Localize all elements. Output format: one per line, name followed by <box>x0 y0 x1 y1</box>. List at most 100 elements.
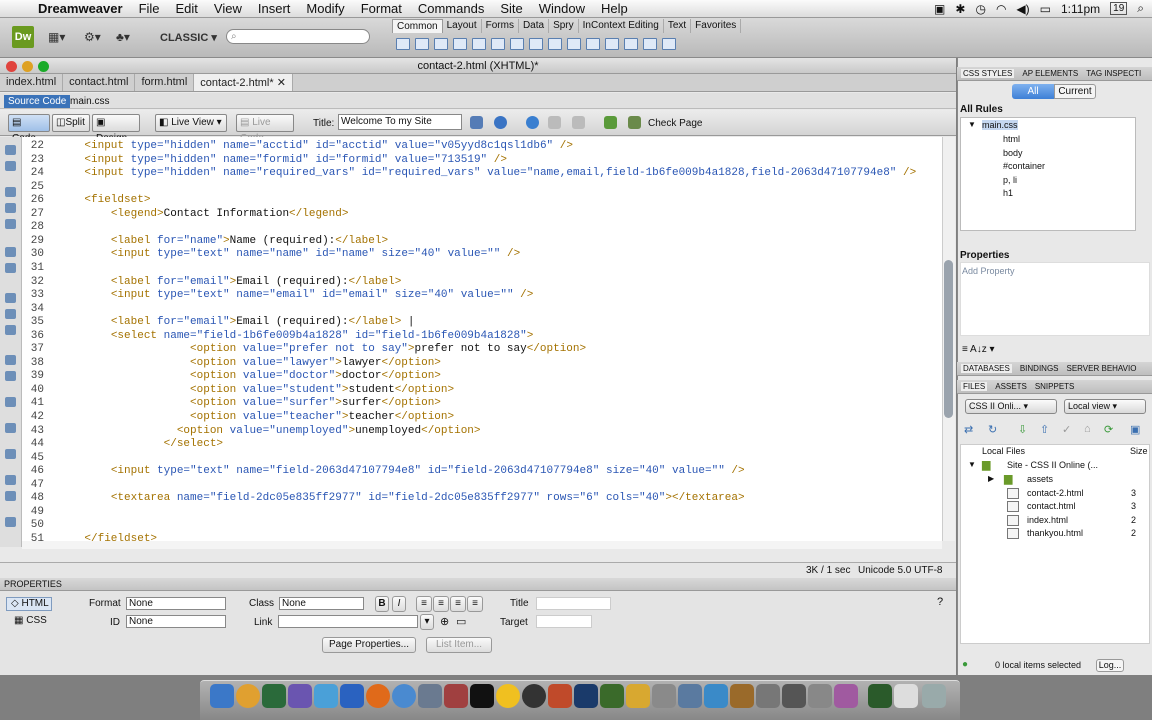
file-item[interactable]: index.html <box>1027 515 1068 525</box>
tab-contact[interactable]: contact.html <box>63 74 136 91</box>
code-line[interactable]: 22 <input type="hidden" name="acctid" id… <box>22 140 573 153</box>
site-toggle-icon[interactable]: ▼ <box>968 460 976 469</box>
target-select[interactable] <box>536 615 592 628</box>
script-icon[interactable] <box>624 38 638 50</box>
code-line[interactable]: 36 <select name="field-1b6fe009b4a1828" … <box>22 330 534 343</box>
html-mode-button[interactable]: ◇ HTML <box>6 597 52 611</box>
local-files-header[interactable]: Local Files <box>982 446 1025 456</box>
code-line[interactable]: 49 <box>22 506 58 519</box>
check-in-icon[interactable]: ⌂ <box>1084 423 1091 435</box>
expand-panel-icon[interactable]: ▣ <box>1130 423 1140 436</box>
code-line[interactable]: 41 <option value="surfer">surfer</option… <box>22 397 441 410</box>
insert-tab-common[interactable]: Common <box>392 19 443 33</box>
browse-folder-icon[interactable]: ▭ <box>456 615 466 628</box>
class-select[interactable]: None <box>279 597 364 610</box>
insert-tab-spry[interactable]: Spry <box>549 19 579 33</box>
battery-icon[interactable]: ▭ <box>1040 2 1051 16</box>
check-out-icon[interactable]: ✓ <box>1062 423 1071 436</box>
italic-button[interactable]: I <box>392 596 406 612</box>
menu-edit[interactable]: Edit <box>176 1 198 16</box>
refresh-icon[interactable] <box>526 116 539 129</box>
design-view-button[interactable]: ▣ Design <box>92 114 140 144</box>
help-search-input[interactable]: ⌕ <box>226 29 370 44</box>
anchor-icon[interactable] <box>434 38 448 50</box>
title-attr-input[interactable] <box>536 597 611 610</box>
tab-contact-2[interactable]: contact-2.html* ✕ <box>194 74 293 91</box>
email-link-icon[interactable] <box>415 38 429 50</box>
view-options-icon[interactable] <box>548 116 561 129</box>
photos-icon[interactable] <box>548 684 572 708</box>
templates-icon[interactable] <box>643 38 657 50</box>
insert-tab-data[interactable]: Data <box>519 19 550 33</box>
camera-app-icon[interactable] <box>522 684 546 708</box>
synchronize-icon[interactable]: ⟳ <box>1104 423 1113 436</box>
screenflow-icon[interactable] <box>652 684 676 708</box>
show-code-navigator-icon[interactable] <box>5 161 16 171</box>
preview-icon[interactable] <box>418 684 442 708</box>
code-line[interactable]: 30 <input type="text" name="name" id="na… <box>22 248 520 261</box>
css-panel-actions[interactable]: ≡ A↓z ▾ <box>962 344 995 355</box>
check-page-icon[interactable] <box>628 116 641 129</box>
highlight-invalid-icon[interactable] <box>5 309 16 319</box>
help-icon[interactable]: ? <box>937 596 943 608</box>
code-line[interactable]: 37 <option value="prefer not to say">pre… <box>22 343 586 356</box>
code-line[interactable]: 23 <input type="hidden" name="formid" id… <box>22 154 507 167</box>
indent-icon[interactable]: ≡ <box>467 596 483 612</box>
tab-bindings[interactable]: BINDINGS <box>1020 364 1059 373</box>
validate-icon[interactable] <box>604 116 617 129</box>
safari-icon[interactable] <box>392 684 416 708</box>
tab-databases[interactable]: DATABASES <box>961 364 1012 373</box>
syntax-error-icon[interactable] <box>5 325 16 335</box>
code-line[interactable]: 33 <input type="text" name="email" id="e… <box>22 289 534 302</box>
put-files-icon[interactable]: ⇧ <box>1040 423 1049 436</box>
dreamweaver-dock-icon[interactable] <box>600 684 624 708</box>
code-line[interactable]: 38 <option value="lawyer">lawyer</option… <box>22 357 441 370</box>
css-mode-button[interactable]: ▦ CSS <box>6 615 47 626</box>
layout-icon[interactable]: ▦▾ <box>48 30 65 44</box>
tab-assets[interactable]: ASSETS <box>995 382 1027 391</box>
code-line[interactable]: 42 <option value="teacher">teacher</opti… <box>22 411 454 424</box>
tab-snippets[interactable]: SNIPPETS <box>1035 382 1075 391</box>
code-line[interactable]: 43 <option value="unemployed">unemployed… <box>22 425 481 438</box>
activity-monitor-icon[interactable] <box>868 684 892 708</box>
tab-css-styles[interactable]: CSS STYLES <box>961 69 1015 78</box>
code-line[interactable]: 50 <box>22 519 58 532</box>
media-app-icon[interactable] <box>834 684 858 708</box>
line-numbers-icon[interactable] <box>5 293 16 303</box>
size-header[interactable]: Size <box>1130 446 1148 456</box>
file-item[interactable]: contact.html <box>1027 501 1076 511</box>
rule-p-li[interactable]: p, li <box>1003 175 1017 185</box>
app-name[interactable]: Dreamweaver <box>38 1 123 16</box>
code-line[interactable]: 29 <label for="name">Name (required):</l… <box>22 235 388 248</box>
open-documents-icon[interactable] <box>5 145 16 155</box>
page-properties-button[interactable]: Page Properties... <box>322 637 416 653</box>
visual-aids-icon[interactable] <box>572 116 585 129</box>
menu-file[interactable]: File <box>139 1 160 16</box>
collapse-tag-icon[interactable] <box>5 187 16 197</box>
code-line[interactable]: 46 <input type="text" name="field-2063d4… <box>22 465 745 478</box>
image-capture-icon[interactable] <box>678 684 702 708</box>
bold-button[interactable]: B <box>375 596 389 612</box>
dreamweaver-cs4-icon[interactable] <box>262 684 286 708</box>
calendar-icon[interactable]: 19 <box>1110 2 1128 15</box>
system-preferences-icon[interactable] <box>756 684 780 708</box>
clock[interactable]: 1:11pm <box>1061 2 1100 16</box>
format-select[interactable]: None <box>126 597 226 610</box>
volume-icon[interactable]: ◀) <box>1016 2 1029 16</box>
document-title-input[interactable]: Welcome To my Site <box>338 114 462 130</box>
assets-toggle-icon[interactable]: ▶ <box>988 474 994 483</box>
rule-main-css[interactable]: main.css <box>982 120 1018 130</box>
rule-html[interactable]: html <box>1003 134 1020 144</box>
photo-booth-icon[interactable] <box>444 684 468 708</box>
menu-help[interactable]: Help <box>601 1 628 16</box>
document-stack-icon[interactable] <box>894 684 918 708</box>
ordered-list-icon[interactable]: ≡ <box>433 596 449 612</box>
tab-tag-inspector[interactable]: TAG INSPECTI <box>1086 69 1141 78</box>
view-select[interactable]: Local view ▾ <box>1064 399 1146 414</box>
get-files-icon[interactable]: ⇩ <box>1018 423 1027 436</box>
outdent-icon[interactable]: ≡ <box>450 596 466 612</box>
menu-modify[interactable]: Modify <box>306 1 344 16</box>
server-include-icon[interactable] <box>567 38 581 50</box>
site-root[interactable]: Site - CSS II Online (... <box>1007 460 1098 470</box>
insert-tab-favorites[interactable]: Favorites <box>691 19 742 33</box>
